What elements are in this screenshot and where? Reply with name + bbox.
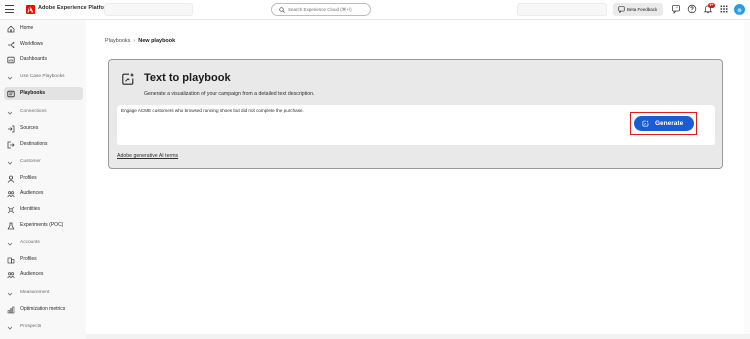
top-bar: Adobe Experience Platform Search Experie…: [0, 0, 750, 20]
sidebar-item-account-profiles[interactable]: Profiles: [0, 254, 86, 265]
sidebar-item-label: Home: [20, 25, 34, 31]
beta-feedback-button[interactable]: Beta Feedback: [613, 3, 663, 16]
text-to-playbook-panel: Text to playbook Generate a visualizatio…: [108, 59, 723, 169]
playbook-description-input[interactable]: Engage ACME customers who browsed runnin…: [117, 105, 715, 145]
feedback-icon: [618, 6, 625, 13]
prompt-text[interactable]: Engage ACME customers who browsed runnin…: [121, 108, 304, 113]
search-input[interactable]: Search Experience Cloud (⌘+/): [271, 3, 371, 16]
dashboard-icon: [7, 56, 15, 63]
chevron-down-icon: [7, 111, 13, 115]
audiences-icon: [7, 271, 15, 278]
generate-button[interactable]: Generate: [634, 116, 694, 131]
flask-icon: [7, 222, 15, 229]
sidebar-section-customer[interactable]: Customer: [0, 157, 86, 168]
sidebar-section-label: Customer: [20, 159, 41, 164]
building-icon: [7, 257, 15, 263]
sources-icon: [8, 125, 15, 132]
sidebar-item-label: Optimization metrics: [20, 306, 66, 312]
sidebar-item-customer-audiences[interactable]: Audiences: [0, 188, 86, 199]
sidebar-item-customer-profiles[interactable]: Profiles: [0, 173, 86, 184]
sidebar-section-measurement[interactable]: Measurement: [0, 288, 86, 299]
sidebar-item-label: Identities: [20, 206, 41, 212]
workflow-icon: [8, 41, 15, 48]
sidebar: Home Workflows Dashboards Use Case Playb…: [0, 20, 86, 339]
user-avatar[interactable]: [734, 4, 745, 15]
chevron-down-icon: [7, 76, 13, 80]
sidebar-item-home[interactable]: Home: [0, 23, 86, 34]
sidebar-item-label: Sources: [20, 125, 39, 131]
chevron-down-icon: [7, 242, 13, 246]
breadcrumb-separator: ›: [133, 38, 136, 44]
app-title[interactable]: Adobe Experience Platform: [38, 5, 111, 11]
breadcrumb: Playbooks › New playbook: [105, 38, 175, 44]
identities-icon: [7, 206, 15, 213]
sidebar-item-account-audiences[interactable]: Audiences: [0, 269, 86, 280]
home-icon: [7, 25, 15, 32]
sidebar-section-label: Use Case Playbooks: [20, 74, 65, 79]
panel-subtitle: Generate a visualization of your campaig…: [144, 91, 315, 97]
sidebar-section-label: Accounts: [20, 240, 40, 245]
breadcrumb-current: New playbook: [138, 38, 176, 44]
audiences-icon: [7, 190, 15, 197]
generate-button-label: Generate: [655, 119, 684, 127]
sidebar-section-accounts[interactable]: Accounts: [0, 238, 86, 249]
chevron-down-icon: [7, 161, 13, 165]
sidebar-section-label: Measurement: [20, 290, 50, 295]
sidebar-item-experiments[interactable]: Experiments (POC): [0, 220, 86, 231]
menu-icon[interactable]: [5, 5, 14, 14]
generate-playbook-icon: [122, 72, 135, 85]
search-icon: [279, 6, 285, 13]
sidebar-section-label: Prospects: [20, 324, 42, 329]
sidebar-item-label: Profiles: [20, 256, 37, 262]
sidebar-item-label: Workflows: [20, 41, 43, 47]
chevron-down-icon: [7, 292, 13, 296]
destinations-icon: [7, 141, 15, 148]
search-placeholder: Search Experience Cloud (⌘+/): [288, 7, 352, 12]
metrics-icon: [7, 306, 15, 313]
sidebar-item-label: Experiments (POC): [20, 222, 64, 228]
sidebar-item-sources[interactable]: Sources: [0, 123, 86, 134]
sidebar-item-workflows[interactable]: Workflows: [0, 39, 86, 50]
sidebar-item-label: Playbooks: [20, 90, 46, 96]
scrollbar[interactable]: [744, 20, 750, 339]
profile-icon: [7, 175, 15, 183]
sidebar-item-dashboards[interactable]: Dashboards: [0, 54, 86, 65]
sidebar-item-label: Audiences: [20, 271, 44, 277]
beta-feedback-label: Beta Feedback: [627, 7, 658, 12]
sidebar-item-identities[interactable]: Identities: [0, 204, 86, 215]
playbook-icon: [7, 90, 15, 97]
chevron-down-icon: [7, 326, 13, 330]
sidebar-section-label: Connections: [20, 109, 47, 114]
sidebar-item-optimization-metrics[interactable]: Optimization metrics: [0, 304, 86, 315]
generate-icon: [642, 120, 649, 127]
org-selector[interactable]: [104, 3, 193, 16]
notification-badge: 9+: [708, 3, 715, 8]
sidebar-section-use-case-playbooks[interactable]: Use Case Playbooks: [0, 72, 86, 83]
bottom-scrollbar[interactable]: [86, 334, 750, 339]
sidebar-item-destinations[interactable]: Destinations: [0, 139, 86, 150]
sidebar-item-playbooks[interactable]: Playbooks: [0, 87, 86, 100]
sidebar-section-connections[interactable]: Connections: [0, 107, 86, 118]
sidebar-item-label: Audiences: [20, 190, 44, 196]
sidebar-item-label: Dashboards: [20, 56, 47, 62]
sidebar-item-label: Destinations: [20, 141, 48, 147]
apps-grid-icon[interactable]: [719, 4, 729, 14]
adobe-logo-icon[interactable]: [26, 5, 35, 14]
help-icon[interactable]: [687, 4, 697, 14]
sandbox-selector[interactable]: [517, 3, 607, 16]
chat-icon[interactable]: [671, 4, 681, 14]
panel-title: Text to playbook: [144, 72, 231, 84]
generative-ai-terms-link[interactable]: Adobe generative AI terms: [117, 153, 178, 159]
breadcrumb-playbooks-link[interactable]: Playbooks: [105, 38, 130, 44]
sidebar-section-prospects[interactable]: Prospects: [0, 322, 86, 333]
sidebar-item-label: Profiles: [20, 175, 37, 181]
